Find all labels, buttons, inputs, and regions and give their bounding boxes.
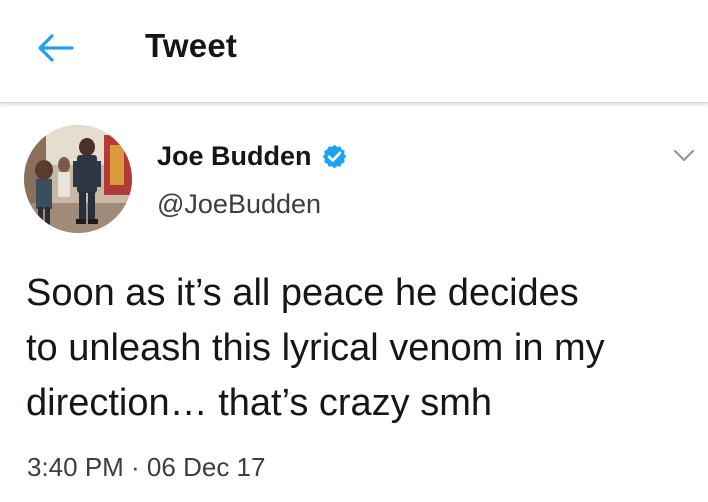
back-button[interactable] <box>34 28 78 68</box>
verified-badge-icon <box>322 144 346 169</box>
author-display-name: Joe Budden <box>157 141 312 171</box>
arrow-left-icon <box>38 34 74 62</box>
tweet-menu-button[interactable] <box>668 143 700 169</box>
tweet-text-line: direction… that’s crazy smh <box>26 382 493 424</box>
avatar[interactable] <box>24 125 132 233</box>
chevron-down-icon <box>673 149 695 162</box>
author-handle[interactable]: @JoeBudden <box>157 189 321 220</box>
page-title: Tweet <box>145 27 238 64</box>
tweet-text-line: to unleash this lyrical venom in my <box>26 327 605 369</box>
tweet-timestamp: 3:40 PM · 06 Dec 17 <box>27 452 266 482</box>
tweet-text-line: Soon as it’s all peace he decides <box>26 272 579 314</box>
app-header: Tweet <box>0 0 708 103</box>
author-name-row[interactable]: Joe Budden <box>157 141 348 172</box>
tweet-text: Soon as it’s all peace he decides to unl… <box>26 266 706 431</box>
